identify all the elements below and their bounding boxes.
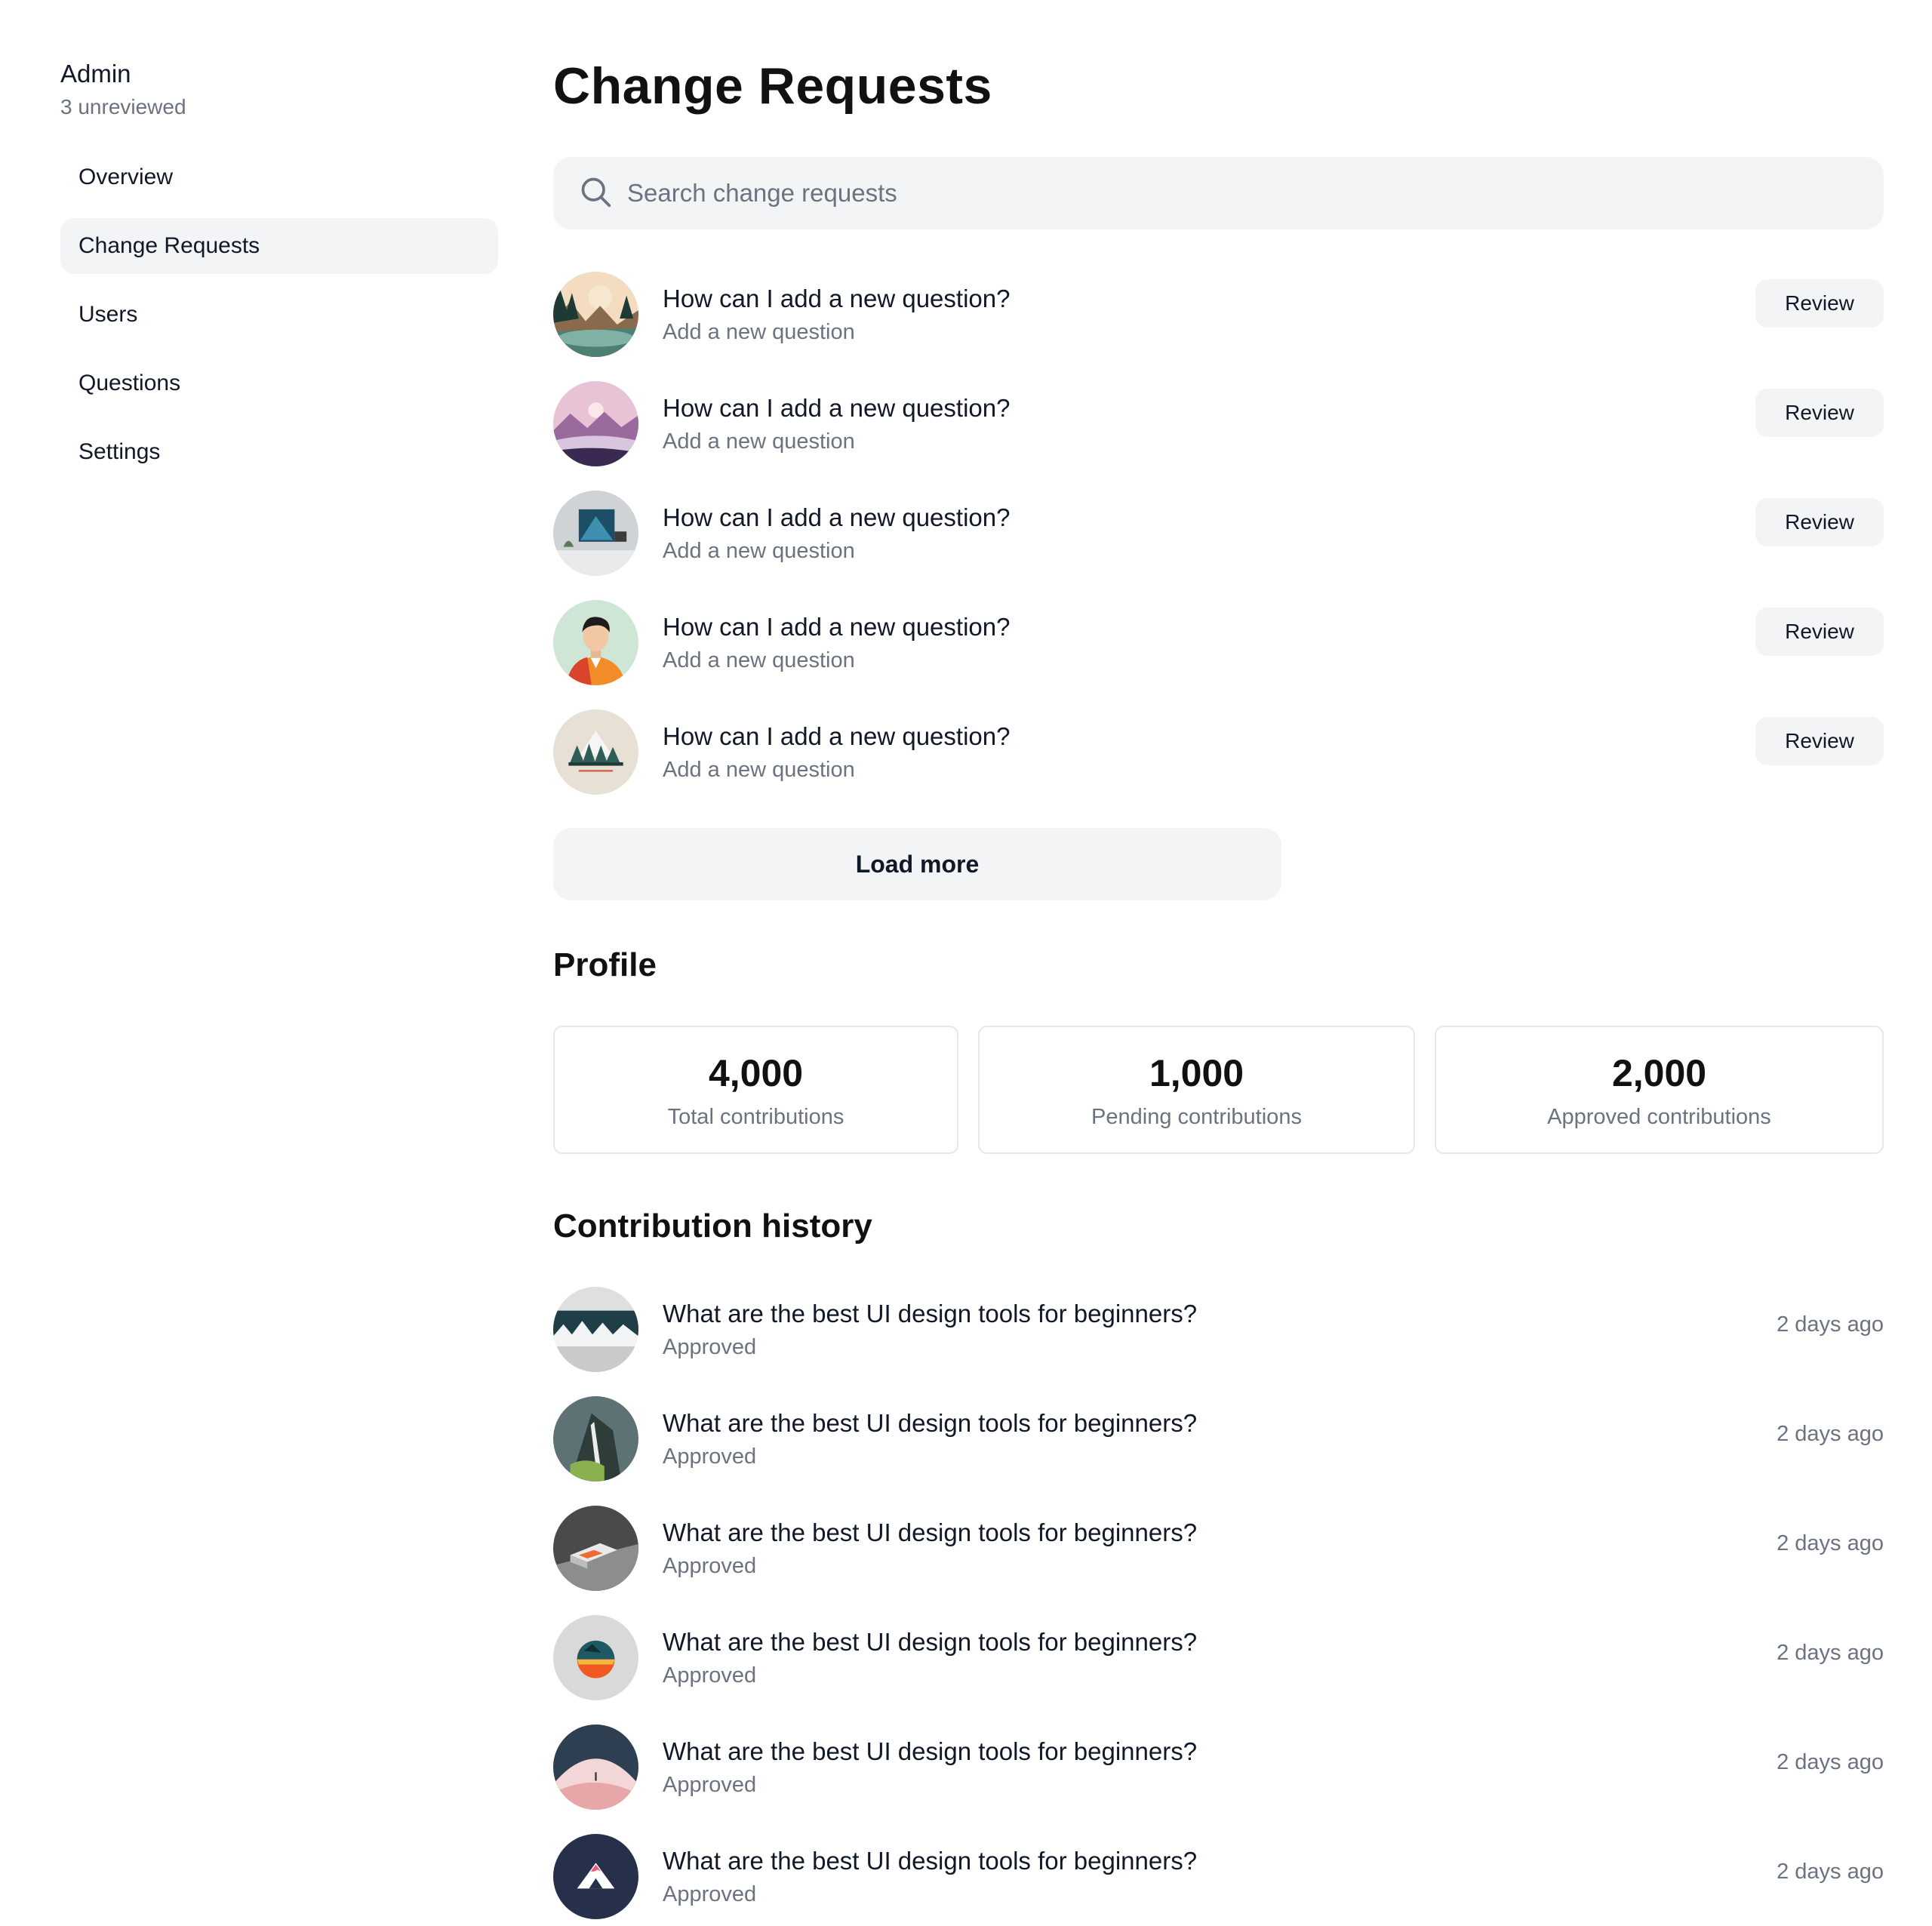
review-button[interactable]: Review — [1755, 279, 1884, 328]
list-item: What are the best UI design tools for be… — [553, 1275, 1884, 1384]
person-portrait-avatar — [553, 600, 638, 685]
timestamp: 2 days ago — [1777, 1750, 1884, 1774]
change-request-list: How can I add a new question? Add a new … — [553, 260, 1884, 807]
contribution-status: Approved — [663, 1334, 757, 1359]
request-title: How can I add a new question? — [663, 284, 1011, 312]
unreviewed-count: 3 unreviewed — [60, 95, 186, 118]
contribution-title: What are the best UI design tools for be… — [663, 1627, 1198, 1656]
page-title: Change Requests — [553, 57, 992, 115]
sidebar-item-overview[interactable]: Overview — [60, 149, 498, 205]
stat-label: Pending contributions — [1091, 1104, 1302, 1129]
review-button[interactable]: Review — [1755, 717, 1884, 765]
stat-label: Approved contributions — [1547, 1104, 1771, 1129]
contribution-history-list: What are the best UI design tools for be… — [553, 1275, 1884, 1926]
timestamp: 2 days ago — [1777, 1531, 1884, 1555]
search-bar[interactable] — [553, 157, 1884, 229]
request-title: How can I add a new question? — [663, 393, 1011, 422]
search-icon — [579, 175, 612, 212]
profile-heading: Profile — [553, 946, 657, 983]
sidebar-title: Admin — [60, 60, 131, 88]
list-item: What are the best UI design tools for be… — [553, 1384, 1884, 1494]
stat-value: 2,000 — [1611, 1051, 1707, 1094]
review-button[interactable]: Review — [1755, 498, 1884, 546]
icy-mountains-avatar — [553, 1287, 638, 1372]
request-title: How can I add a new question? — [663, 721, 1011, 750]
navy-mountain-logo-avatar — [553, 1834, 638, 1919]
timestamp: 2 days ago — [1777, 1422, 1884, 1446]
sunset-sphere-avatar — [553, 1615, 638, 1700]
stat-card-pending: 1,000 Pending contributions — [978, 1026, 1415, 1154]
contribution-status: Approved — [663, 1553, 757, 1578]
sidebar-item-settings[interactable]: Settings — [60, 424, 498, 480]
interior-room-avatar — [553, 491, 638, 576]
load-more-button[interactable]: Load more — [553, 828, 1281, 900]
list-item: How can I add a new question? Add a new … — [553, 588, 1884, 697]
abstract-3d-avatar — [553, 1506, 638, 1591]
list-item: How can I add a new question? Add a new … — [553, 478, 1884, 588]
waterfall-cliff-avatar — [553, 1396, 638, 1481]
list-item: What are the best UI design tools for be… — [553, 1822, 1884, 1926]
stat-label: Total contributions — [667, 1104, 844, 1129]
contribution-status: Approved — [663, 1772, 757, 1797]
review-button[interactable]: Review — [1755, 389, 1884, 437]
sidebar: Admin 3 unreviewed Overview Change Reque… — [60, 57, 498, 493]
purple-mountains-avatar — [553, 381, 638, 466]
stat-card-total: 4,000 Total contributions — [553, 1026, 958, 1154]
profile-stats: 4,000 Total contributions 1,000 Pending … — [553, 1026, 1884, 1154]
sidebar-nav: Overview Change Requests Users Questions… — [60, 149, 498, 480]
contribution-title: What are the best UI design tools for be… — [663, 1737, 1198, 1765]
request-subtitle: Add a new question — [663, 429, 855, 454]
request-subtitle: Add a new question — [663, 319, 855, 344]
request-title: How can I add a new question? — [663, 612, 1011, 641]
sidebar-item-users[interactable]: Users — [60, 287, 498, 343]
request-subtitle: Add a new question — [663, 648, 855, 672]
list-item: What are the best UI design tools for be… — [553, 1494, 1884, 1603]
contribution-title: What are the best UI design tools for be… — [663, 1846, 1198, 1875]
timestamp: 2 days ago — [1777, 1641, 1884, 1665]
review-button[interactable]: Review — [1755, 608, 1884, 656]
list-item: How can I add a new question? Add a new … — [553, 260, 1884, 369]
request-subtitle: Add a new question — [663, 538, 855, 563]
contribution-status: Approved — [663, 1444, 757, 1469]
main-content: Change Requests How can I add a new ques… — [553, 48, 1884, 1926]
contribution-status: Approved — [663, 1881, 757, 1906]
timestamp: 2 days ago — [1777, 1312, 1884, 1337]
stat-value: 4,000 — [708, 1051, 804, 1094]
list-item: What are the best UI design tools for be… — [553, 1712, 1884, 1822]
request-subtitle: Add a new question — [663, 757, 855, 782]
contribution-title: What are the best UI design tools for be… — [663, 1408, 1198, 1437]
search-input[interactable] — [627, 179, 1684, 208]
contribution-title: What are the best UI design tools for be… — [663, 1299, 1198, 1328]
pink-dune-avatar — [553, 1724, 638, 1810]
sidebar-item-questions[interactable]: Questions — [60, 355, 498, 411]
contribution-history-heading: Contribution history — [553, 1208, 872, 1245]
contribution-status: Approved — [663, 1663, 757, 1688]
list-item: How can I add a new question? Add a new … — [553, 697, 1884, 807]
request-title: How can I add a new question? — [663, 503, 1011, 531]
lake-landscape-avatar — [553, 272, 638, 357]
list-item: How can I add a new question? Add a new … — [553, 369, 1884, 478]
stat-card-approved: 2,000 Approved contributions — [1435, 1026, 1884, 1154]
stat-value: 1,000 — [1149, 1051, 1244, 1094]
snowy-forest-avatar — [553, 709, 638, 795]
list-item: What are the best UI design tools for be… — [553, 1603, 1884, 1712]
contribution-title: What are the best UI design tools for be… — [663, 1518, 1198, 1546]
timestamp: 2 days ago — [1777, 1860, 1884, 1884]
sidebar-item-change-requests[interactable]: Change Requests — [60, 218, 498, 274]
